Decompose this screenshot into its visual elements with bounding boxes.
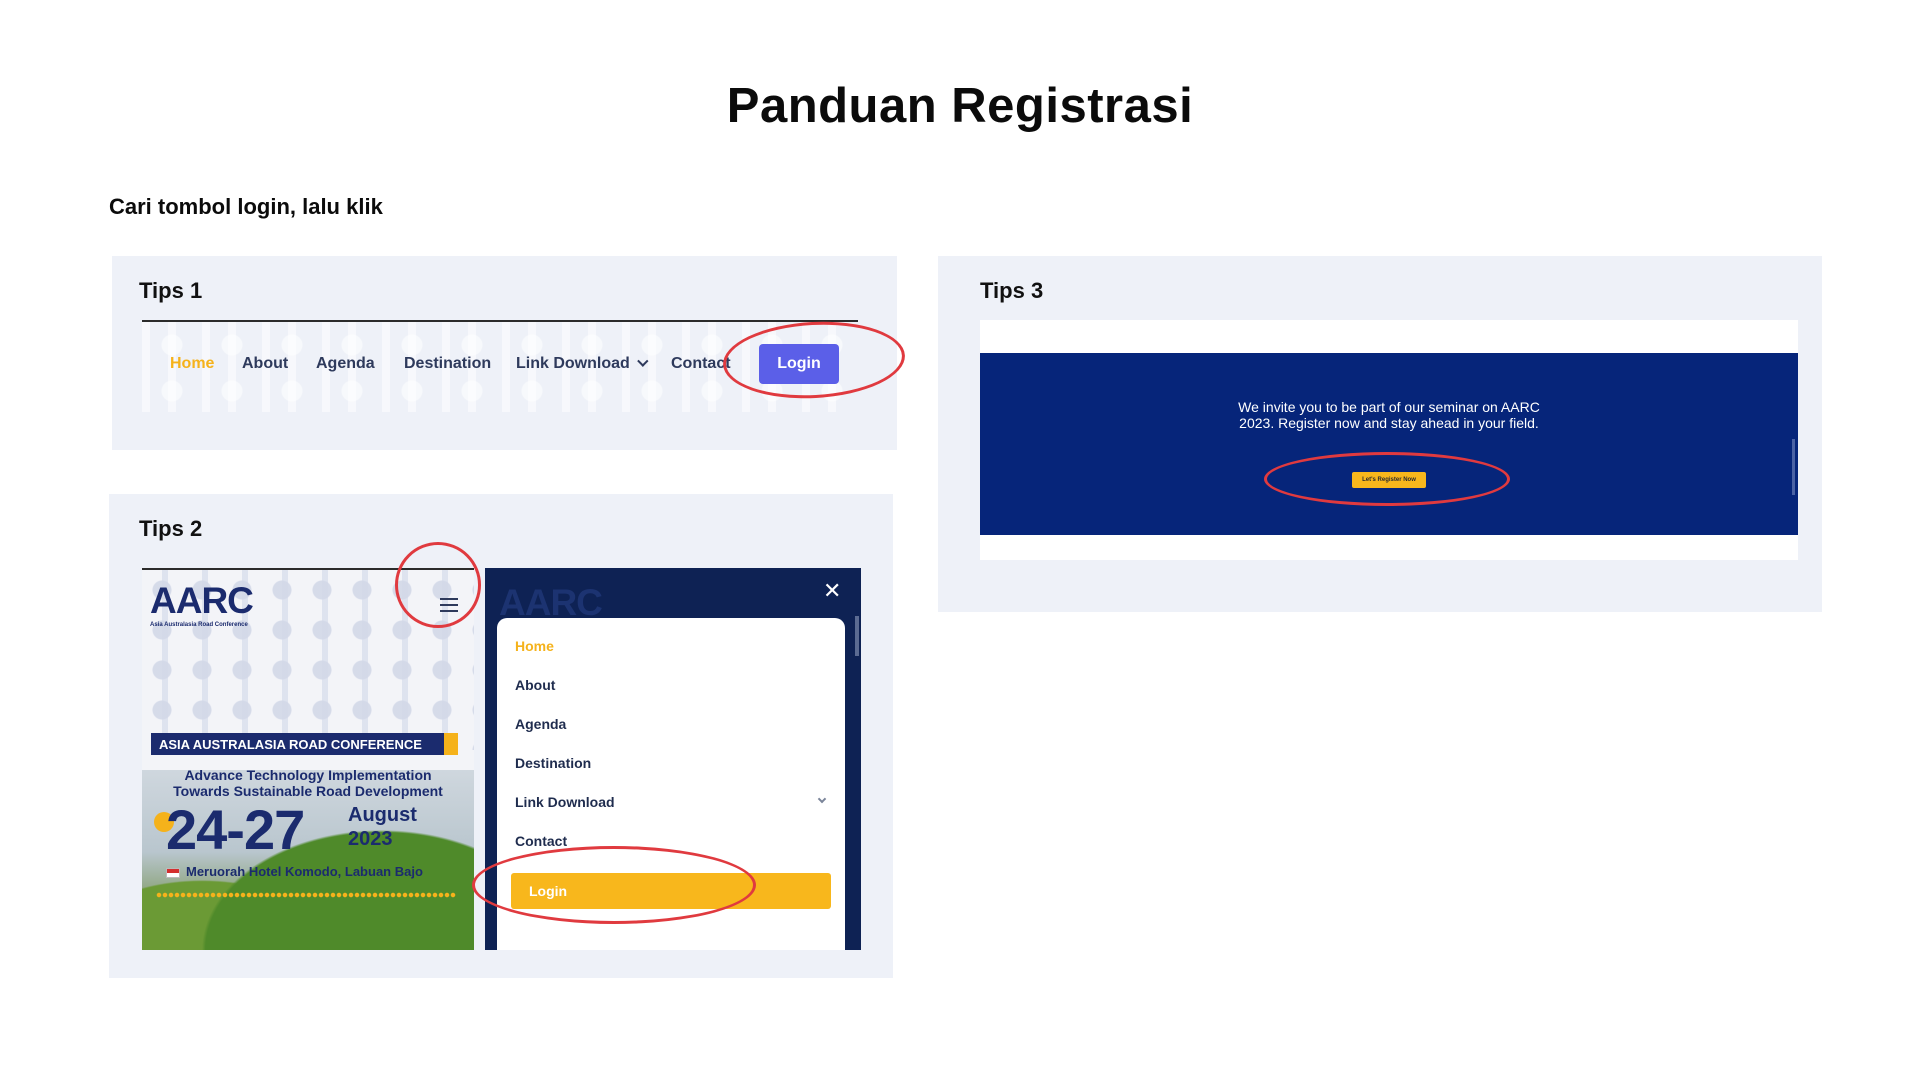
tips1-title: Tips 1 — [139, 278, 203, 303]
conference-headline: Advance Technology Implementation Toward… — [142, 767, 474, 799]
tips1-card: Tips 1 Home About Agenda Destination Lin… — [112, 256, 907, 450]
indonesia-flag-icon — [166, 868, 180, 878]
close-icon[interactable]: ✕ — [823, 580, 841, 602]
hero-banner: We invite you to be part of our seminar … — [980, 353, 1798, 535]
tips3-card: Tips 3 We invite you to be part of our s… — [938, 256, 1822, 612]
nav-destination-link[interactable]: Destination — [404, 355, 491, 373]
menu-login-button[interactable]: Login — [511, 873, 831, 909]
decorative-dots — [156, 892, 456, 898]
conference-month: August — [348, 804, 417, 826]
scrollbar[interactable] — [1792, 439, 1795, 495]
conference-banner: ASIA AUSTRALASIA ROAD CONFERENCE — [151, 733, 458, 755]
nav-home-link[interactable]: Home — [170, 355, 214, 373]
hero-text: We invite you to be part of our seminar … — [980, 399, 1798, 431]
hero-text-content: We invite you to be part of our seminar … — [1238, 399, 1540, 431]
mobile-homepage-screenshot: AARC Asia Australasia Road Conference AS… — [142, 568, 474, 950]
headline-line-2: Towards Sustainable Road Development — [173, 783, 443, 799]
headline-line-1: Advance Technology Implementation — [184, 767, 432, 783]
menu-item-home[interactable]: Home — [515, 638, 554, 654]
page-title: Panduan Registrasi — [726, 79, 1194, 133]
mobile-menu-screenshot: AARC ✕ Home About Agenda Destination Lin… — [485, 568, 861, 950]
chevron-down-icon — [636, 355, 649, 367]
menu-item-contact[interactable]: Contact — [515, 833, 567, 849]
conference-venue: Meruorah Hotel Komodo, Labuan Bajo — [186, 864, 423, 879]
conference-dates: 24-27 — [166, 798, 305, 861]
tips2-title: Tips 2 — [139, 516, 203, 541]
logo-tagline: Asia Australasia Road Conference — [150, 622, 248, 628]
hamburger-menu-icon[interactable] — [440, 598, 458, 612]
hero-section-screenshot: We invite you to be part of our seminar … — [980, 320, 1798, 560]
menu-item-destination[interactable]: Destination — [515, 755, 591, 771]
conference-year: 2023 — [348, 828, 393, 850]
menu-item-link-download[interactable]: Link Download — [515, 794, 615, 810]
nav-about-link[interactable]: About — [242, 355, 288, 373]
page-subtitle: Cari tombol login, lalu klik — [109, 194, 383, 219]
login-button[interactable]: Login — [759, 344, 839, 384]
aarc-logo: AARC Asia Australasia Road Conference — [150, 580, 254, 629]
nav-link-download-label: Link Download — [516, 355, 630, 372]
nav-agenda-link[interactable]: Agenda — [316, 355, 375, 373]
nav-contact-link[interactable]: Contact — [671, 355, 731, 373]
tips2-card: Tips 2 AARC Asia Australasia Road Confer… — [109, 494, 893, 978]
tips3-title: Tips 3 — [980, 278, 1044, 303]
chevron-down-icon[interactable] — [817, 794, 827, 804]
logo-text: AARC — [150, 580, 254, 621]
desktop-nav-screenshot: Home About Agenda Destination Link Downl… — [142, 320, 858, 412]
register-now-button[interactable]: Let's Register Now — [1352, 472, 1426, 488]
scrollbar[interactable] — [855, 616, 859, 656]
menu-panel: Home About Agenda Destination Link Downl… — [497, 618, 845, 950]
menu-item-agenda[interactable]: Agenda — [515, 716, 566, 732]
nav-link-download-dropdown[interactable]: Link Download — [516, 355, 649, 373]
menu-item-about[interactable]: About — [515, 677, 555, 693]
